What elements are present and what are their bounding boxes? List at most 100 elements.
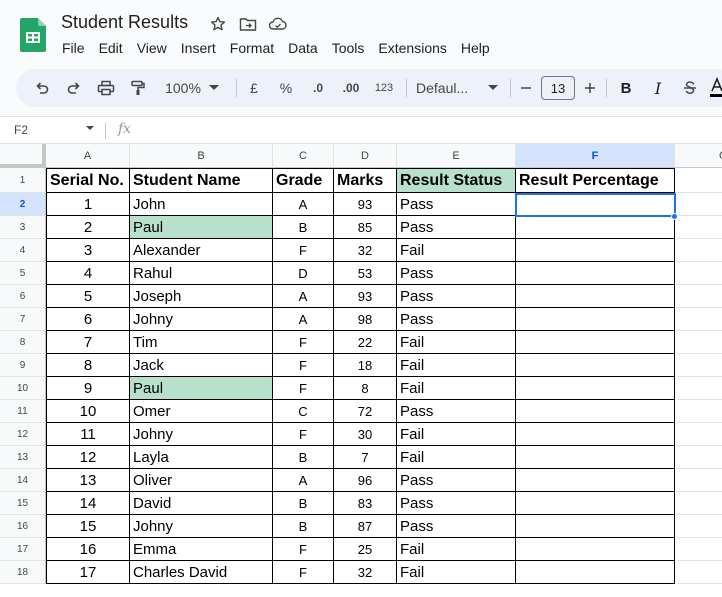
cell-result-percentage[interactable] [516,469,675,492]
chevron-down-icon[interactable] [86,126,94,131]
cell-grade[interactable]: F [273,331,334,354]
menu-file[interactable]: File [62,40,85,56]
column-header-b[interactable]: B [130,144,273,168]
column-header-d[interactable]: D [334,144,397,168]
cell-student-name[interactable]: Johny [130,515,273,538]
header-grade[interactable]: Grade [273,168,334,193]
cell-result-status[interactable]: Pass [397,492,516,515]
cell-serial[interactable]: 2 [46,216,130,239]
cell-student-name[interactable]: Johny [130,423,273,446]
cell-result-percentage[interactable] [516,515,675,538]
row-header[interactable]: 5 [0,262,46,285]
cell-marks[interactable]: 32 [334,561,397,584]
sheets-logo-icon[interactable] [20,18,46,52]
cell-grade[interactable]: B [273,492,334,515]
menu-insert[interactable]: Insert [181,40,216,56]
cell-marks[interactable]: 32 [334,239,397,262]
cell-serial[interactable]: 15 [46,515,130,538]
cell-grade[interactable]: A [273,469,334,492]
cell-grade[interactable]: A [273,285,334,308]
cell-marks[interactable]: 53 [334,262,397,285]
cell-serial[interactable]: 9 [46,377,130,400]
column-header-a[interactable]: A [46,144,130,168]
cell-marks[interactable]: 8 [334,377,397,400]
cell-marks[interactable]: 85 [334,216,397,239]
cell-result-status[interactable]: Fail [397,538,516,561]
move-folder-icon[interactable] [238,14,258,34]
header-marks[interactable]: Marks [334,168,397,193]
row-header[interactable]: 9 [0,354,46,377]
print-icon[interactable] [94,69,118,107]
cell-student-name[interactable]: John [130,193,273,216]
currency-format-button[interactable]: £ [244,69,264,107]
row-header-1[interactable]: 1 [0,168,46,193]
italic-button[interactable]: I [648,69,668,107]
menu-edit[interactable]: Edit [99,40,123,56]
cell-serial[interactable]: 17 [46,561,130,584]
cell-result-percentage[interactable] [516,285,675,308]
cell-serial[interactable]: 8 [46,354,130,377]
cell-grade[interactable]: F [273,423,334,446]
zoom-select[interactable]: 100% [160,69,224,107]
cell-marks[interactable]: 18 [334,354,397,377]
fill-handle[interactable] [671,213,678,220]
row-header[interactable]: 10 [0,377,46,400]
cell-marks[interactable]: 7 [334,446,397,469]
cell-result-status[interactable]: Pass [397,400,516,423]
cell-result-status[interactable]: Fail [397,423,516,446]
cell-result-percentage[interactable] [516,354,675,377]
row-header[interactable]: 17 [0,538,46,561]
cell-marks[interactable]: 96 [334,469,397,492]
cell-marks[interactable]: 22 [334,331,397,354]
cell-result-percentage[interactable] [516,423,675,446]
cell-grade[interactable]: B [273,216,334,239]
menu-data[interactable]: Data [288,40,318,56]
cell-student-name[interactable]: Tim [130,331,273,354]
cell-result-percentage[interactable] [516,446,675,469]
cell-result-status[interactable]: Pass [397,469,516,492]
column-header-g[interactable]: G [675,144,722,168]
cell-result-status[interactable]: Fail [397,331,516,354]
cell-grade[interactable]: C [273,400,334,423]
text-color-icon[interactable] [710,69,722,107]
cell-grade[interactable]: A [273,308,334,331]
cell-result-status[interactable]: Pass [397,285,516,308]
cell-selection[interactable] [515,193,676,217]
cell-serial[interactable]: 7 [46,331,130,354]
more-formats-button[interactable]: 123 [372,69,396,107]
cell-student-name[interactable]: Jack [130,354,273,377]
cell-student-name[interactable]: Johny [130,308,273,331]
strikethrough-icon[interactable] [680,69,700,107]
formula-input[interactable] [140,119,710,141]
name-box[interactable]: F2 [14,123,28,137]
cell-serial[interactable]: 1 [46,193,130,216]
cell-result-percentage[interactable] [516,331,675,354]
cell-serial[interactable]: 10 [46,400,130,423]
cell-result-status[interactable]: Fail [397,377,516,400]
undo-icon[interactable] [30,69,54,107]
cell-serial[interactable]: 13 [46,469,130,492]
cell-grade[interactable]: F [273,354,334,377]
document-title[interactable]: Student Results [61,12,188,33]
cell-student-name[interactable]: Alexander [130,239,273,262]
cell-serial[interactable]: 14 [46,492,130,515]
cell-marks[interactable]: 72 [334,400,397,423]
cell-student-name[interactable]: Layla [130,446,273,469]
spreadsheet-grid[interactable]: A B C D E F G 1 234567891011121314151617… [0,144,722,597]
cell-result-percentage[interactable] [516,492,675,515]
row-header[interactable]: 18 [0,561,46,584]
cell-serial[interactable]: 5 [46,285,130,308]
cell-student-name[interactable]: Charles David [130,561,273,584]
cell-result-status[interactable]: Fail [397,354,516,377]
menu-view[interactable]: View [137,40,167,56]
row-header[interactable]: 8 [0,331,46,354]
select-all-corner[interactable] [0,144,46,168]
row-header[interactable]: 13 [0,446,46,469]
cell-student-name[interactable]: Oliver [130,469,273,492]
cell-result-percentage[interactable] [516,377,675,400]
cell-grade[interactable]: F [273,538,334,561]
increase-font-size-icon[interactable] [582,69,598,107]
cell-result-percentage[interactable] [516,239,675,262]
cell-result-status[interactable]: Pass [397,216,516,239]
row-header[interactable]: 12 [0,423,46,446]
